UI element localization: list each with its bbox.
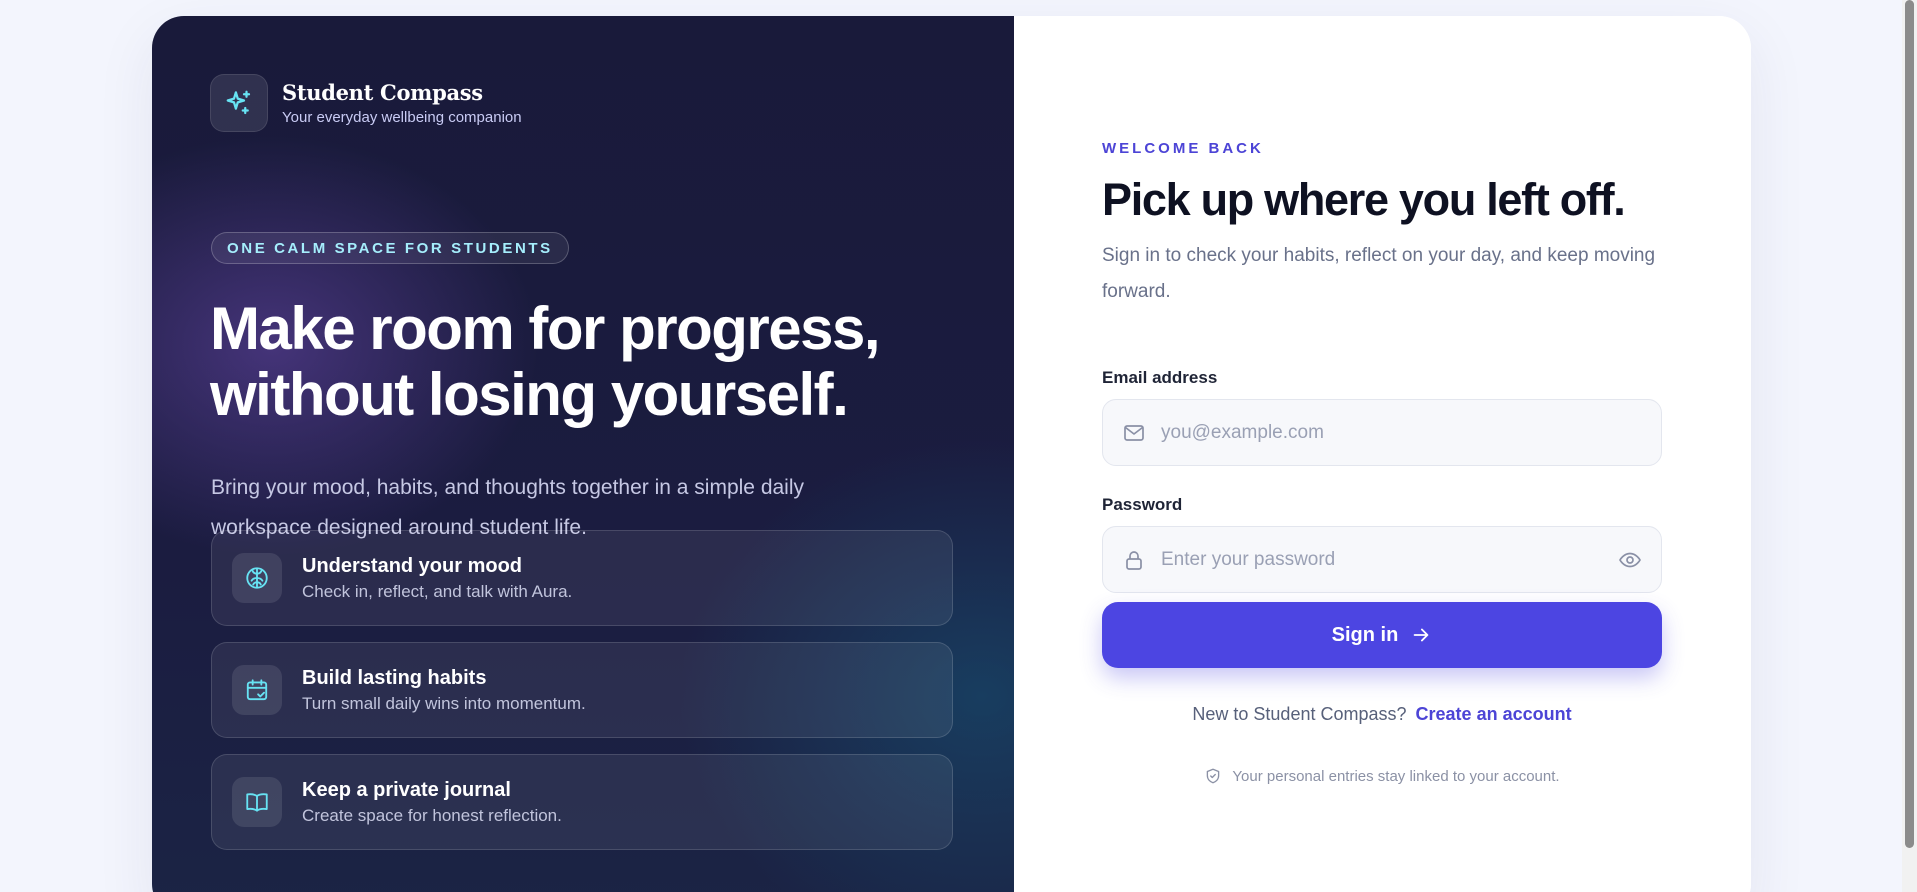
- signin-description: Sign in to check your habits, reflect on…: [1102, 245, 1656, 302]
- brain-icon: [232, 553, 282, 603]
- brand: Student Compass Your everyday wellbeing …: [210, 74, 522, 132]
- register-row: New to Student Compass? Create an accoun…: [1102, 704, 1662, 725]
- email-input[interactable]: [1161, 421, 1661, 444]
- hero-panel: Student Compass Your everyday wellbeing …: [152, 16, 1014, 892]
- book-open-icon: [232, 777, 282, 827]
- feature-title: Keep a private journal: [302, 778, 511, 801]
- feature-title: Understand your mood: [302, 554, 523, 577]
- password-label: Password: [1102, 495, 1183, 514]
- password-input[interactable]: [1161, 548, 1617, 571]
- lock-icon: [1121, 547, 1147, 573]
- feature-title: Build lasting habits: [302, 666, 487, 689]
- brand-name: Student Compass: [282, 80, 483, 105]
- eye-icon[interactable]: [1617, 547, 1643, 573]
- feature-desc: Create space for honest reflection.: [302, 805, 562, 825]
- email-label: Email address: [1102, 368, 1218, 387]
- signin-button-label: Sign in: [1331, 623, 1399, 646]
- signin-title: Pick up where you left off.: [1102, 174, 1626, 225]
- login-card: Student Compass Your everyday wellbeing …: [152, 16, 1751, 892]
- feature-card-habits: Build lasting habits Turn small daily wi…: [211, 642, 953, 738]
- sparkles-icon: [210, 74, 268, 132]
- page-scrollbar[interactable]: [1902, 0, 1917, 892]
- hero-title-line2: without losing yourself.: [210, 361, 849, 428]
- password-field-wrapper: [1102, 526, 1662, 593]
- hero-pill: ONE CALM SPACE FOR STUDENTS: [211, 232, 569, 264]
- register-prompt: New to Student Compass?: [1192, 704, 1407, 724]
- email-field-wrapper: [1102, 399, 1662, 466]
- feature-card-journal: Keep a private journal Create space for …: [211, 754, 953, 850]
- mail-icon: [1121, 420, 1147, 446]
- privacy-text: Your personal entries stay linked to you…: [1232, 767, 1560, 785]
- signin-button[interactable]: Sign in: [1102, 602, 1662, 668]
- scrollbar-thumb[interactable]: [1905, 0, 1914, 848]
- hero-title: Make room for progress, without losing y…: [210, 296, 970, 428]
- create-account-link[interactable]: Create an account: [1416, 704, 1572, 724]
- eyebrow: WELCOME BACK: [1102, 140, 1264, 157]
- calendar-check-icon: [232, 665, 282, 715]
- feature-card-mood: Understand your mood Check in, reflect, …: [211, 530, 953, 626]
- shield-check-icon: [1204, 767, 1222, 785]
- hero-title-line1: Make room for progress,: [210, 295, 881, 362]
- feature-desc: Check in, reflect, and talk with Aura.: [302, 581, 573, 601]
- arrow-right-icon: [1410, 624, 1432, 646]
- brand-tagline: Your everyday wellbeing companion: [282, 109, 522, 126]
- feature-desc: Turn small daily wins into momentum.: [302, 693, 586, 713]
- signin-panel: WELCOME BACK Pick up where you left off.…: [1014, 16, 1751, 892]
- privacy-note: Your personal entries stay linked to you…: [1102, 767, 1662, 785]
